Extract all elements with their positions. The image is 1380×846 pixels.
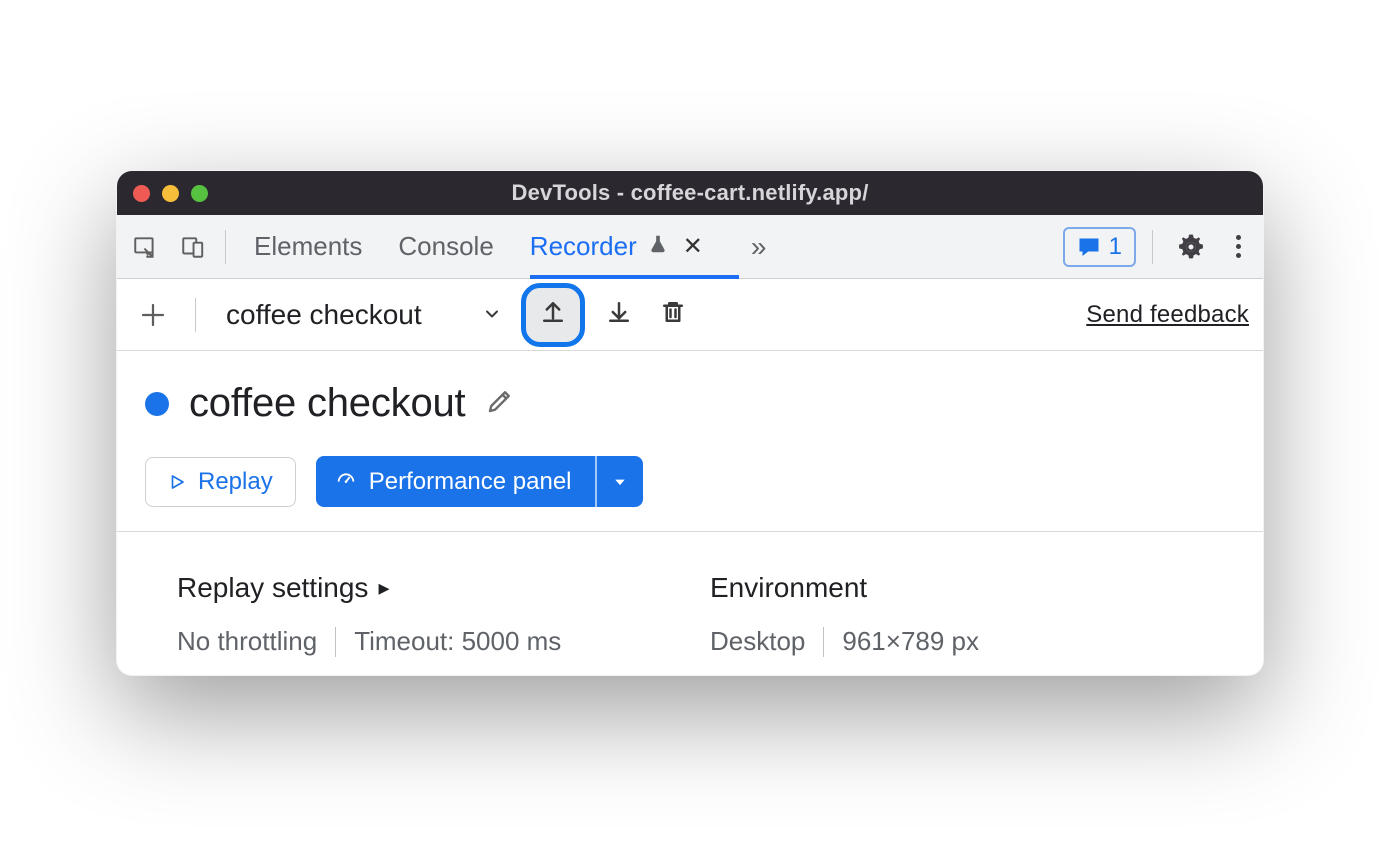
close-window-button[interactable] (133, 185, 150, 202)
devtools-window: DevTools - coffee-cart.netlify.app/ Elem… (116, 170, 1264, 676)
window-title: DevTools - coffee-cart.netlify.app/ (117, 180, 1263, 206)
tab-recorder[interactable]: Recorder ✕ (530, 215, 707, 278)
replay-settings-section: Replay settings ▸ No throttling Timeout:… (177, 572, 670, 657)
upload-icon (538, 297, 568, 332)
replay-settings-toggle[interactable]: Replay settings ▸ (177, 572, 670, 604)
experiment-icon (647, 231, 669, 262)
separator (1152, 230, 1153, 264)
replay-label: Replay (198, 468, 273, 496)
tab-elements[interactable]: Elements (254, 215, 362, 278)
settings-button[interactable] (1169, 225, 1213, 269)
close-tab-icon[interactable]: ✕ (679, 230, 707, 263)
export-recording-button[interactable] (526, 288, 580, 342)
recording-header: coffee checkout Replay Performance panel (117, 351, 1263, 531)
heading-label: Replay settings (177, 572, 368, 604)
zoom-window-button[interactable] (191, 185, 208, 202)
minimize-window-button[interactable] (162, 185, 179, 202)
titlebar: DevTools - coffee-cart.netlify.app/ (117, 171, 1263, 215)
environment-heading: Environment (710, 572, 1203, 604)
recording-name: coffee checkout (226, 299, 422, 331)
inspect-element-button[interactable] (123, 225, 167, 269)
tab-label: Console (398, 231, 493, 262)
traffic-lights (117, 185, 208, 202)
heading-label: Environment (710, 572, 867, 604)
throttling-value: No throttling (177, 626, 317, 657)
performance-dropdown-toggle[interactable] (595, 456, 643, 507)
device-toolbar-button[interactable] (171, 225, 215, 269)
tabs-row: Elements Console Recorder ✕ » 1 (117, 215, 1263, 279)
separator (195, 298, 196, 332)
tab-console[interactable]: Console (398, 215, 493, 278)
issues-badge[interactable]: 1 (1063, 227, 1136, 267)
separator (225, 230, 226, 264)
more-tabs-button[interactable]: » (751, 231, 767, 263)
recording-dropdown[interactable]: coffee checkout (216, 295, 512, 335)
caret-right-icon: ▸ (378, 575, 389, 601)
separator (335, 627, 336, 657)
replay-button[interactable]: Replay (145, 457, 296, 507)
more-options-button[interactable] (1223, 235, 1253, 258)
settings-panel: Replay settings ▸ No throttling Timeout:… (117, 531, 1263, 675)
import-recording-button[interactable] (604, 297, 634, 332)
environment-section: Environment Desktop 961×789 px (710, 572, 1203, 657)
feedback-link[interactable]: Send feedback (1086, 301, 1249, 329)
separator (823, 627, 824, 657)
performance-button[interactable]: Performance panel (316, 456, 595, 507)
recorder-toolbar: coffee checkout Send feedback (117, 279, 1263, 351)
gauge-icon (335, 467, 357, 496)
tab-label: Elements (254, 231, 362, 262)
performance-label: Performance panel (369, 468, 572, 496)
edit-title-button[interactable] (485, 386, 515, 421)
tab-label: Recorder (530, 231, 637, 262)
recording-status-icon (145, 392, 169, 416)
chevron-down-icon (482, 299, 502, 331)
device-value: Desktop (710, 626, 805, 657)
dimensions-value: 961×789 px (842, 626, 979, 657)
timeout-value: Timeout: 5000 ms (354, 626, 561, 657)
delete-recording-button[interactable] (658, 297, 688, 332)
panel-tabs: Elements Console Recorder ✕ (254, 215, 707, 278)
issues-count: 1 (1109, 233, 1122, 261)
new-recording-button[interactable] (131, 293, 175, 337)
recording-title: coffee checkout (189, 381, 465, 426)
performance-split-button: Performance panel (316, 456, 643, 507)
